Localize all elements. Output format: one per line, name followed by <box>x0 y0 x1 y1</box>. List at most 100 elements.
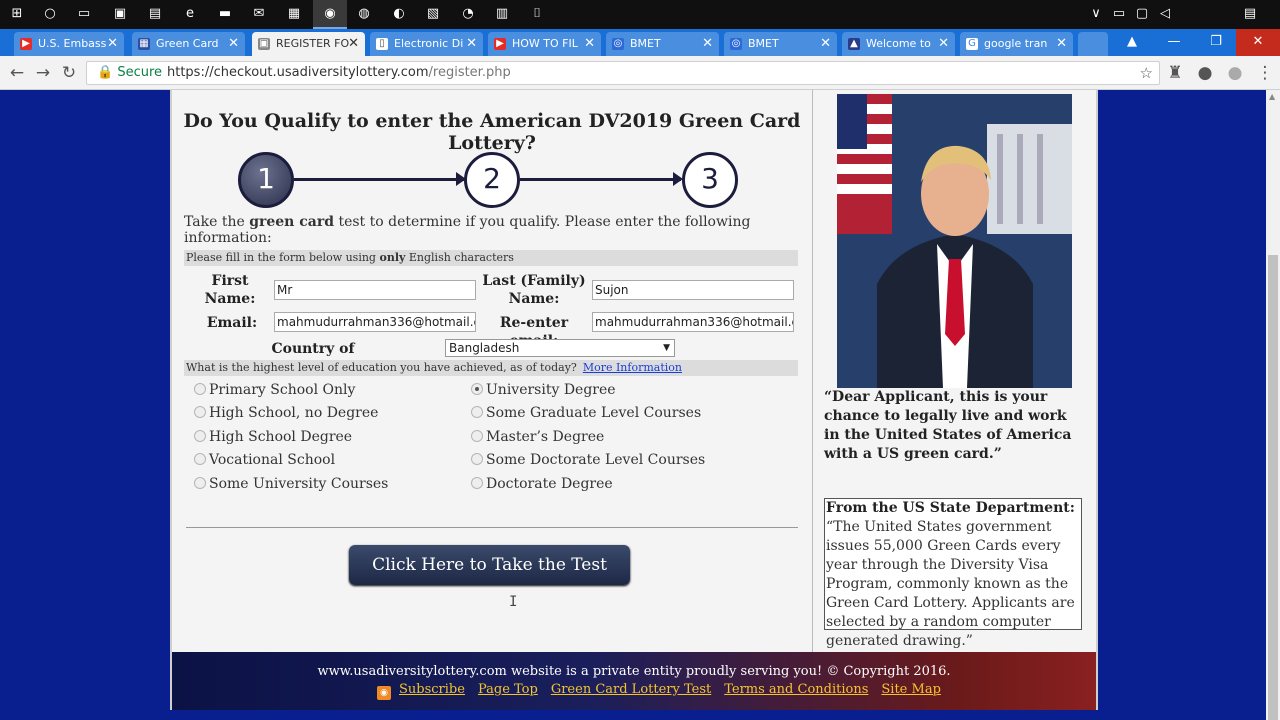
tab-1[interactable]: ▦ Green Card ✕ <box>132 32 245 56</box>
radio-button[interactable] <box>471 477 483 489</box>
tab-3[interactable]: ▯ Electronic Di ✕ <box>370 32 483 56</box>
radio-some-graduate[interactable]: Some Graduate Level Courses <box>471 405 701 421</box>
battery-icon[interactable]: ▭ <box>1110 5 1128 23</box>
reload-icon[interactable]: ↻ <box>58 62 80 84</box>
close-window-icon[interactable]: ✕ <box>1236 29 1280 56</box>
address-bar[interactable]: 🔒 Secure https://checkout.usadiversitylo… <box>86 61 1160 85</box>
rss-icon[interactable]: ◉ <box>377 686 391 700</box>
scroll-thumb[interactable] <box>1268 255 1278 720</box>
terms-link[interactable]: Terms and Conditions <box>724 682 868 697</box>
email-field[interactable]: mahmudurrahman336@hotmail.com <box>274 312 476 332</box>
close-icon[interactable]: ✕ <box>938 32 949 56</box>
extension-icon-2[interactable]: ● <box>1194 62 1216 84</box>
last-name-field[interactable]: Sujon <box>592 280 794 300</box>
radio-button[interactable] <box>194 406 206 418</box>
radio-button[interactable] <box>194 453 206 465</box>
extension-icon[interactable]: ♜ <box>1164 62 1186 84</box>
country-select[interactable]: Bangladesh ▼ <box>445 339 675 357</box>
tab-7[interactable]: ▲ Welcome to ✕ <box>842 32 955 56</box>
close-icon[interactable]: ✕ <box>584 32 595 56</box>
user-profile-icon[interactable]: ▲ <box>1112 29 1152 56</box>
close-icon[interactable]: ✕ <box>820 32 831 56</box>
close-icon[interactable]: ✕ <box>107 32 118 56</box>
file-explorer-icon[interactable]: ▬ <box>216 5 234 23</box>
reenter-email-field[interactable]: mahmudurrahman336@hotmail.com <box>592 312 794 332</box>
portrait-illustration <box>837 94 1072 388</box>
app-icon-3[interactable]: ◔ <box>459 5 477 23</box>
close-icon[interactable]: ✕ <box>1056 32 1067 56</box>
back-arrow-icon[interactable]: ← <box>6 62 28 84</box>
calculator-icon[interactable]: ▦ <box>285 5 303 23</box>
tab-5[interactable]: ◎ BMET ✕ <box>606 32 719 56</box>
radio-button[interactable] <box>471 430 483 442</box>
radio-button[interactable] <box>194 477 206 489</box>
radio-button[interactable] <box>471 453 483 465</box>
menu-icon[interactable]: ⋮ <box>1254 62 1276 84</box>
page-scrollbar[interactable]: ▲ <box>1266 90 1280 720</box>
radio-masters[interactable]: Master’s Degree <box>471 429 604 445</box>
edge-icon[interactable]: e <box>181 5 199 23</box>
chevron-up-icon[interactable]: ∨ <box>1087 5 1105 23</box>
cmd-icon[interactable]: ⌷ <box>528 5 546 23</box>
windows-start-icon[interactable]: ⊞ <box>8 5 26 23</box>
close-icon[interactable]: ✕ <box>466 32 477 56</box>
close-icon[interactable]: ✕ <box>702 32 713 56</box>
minimize-icon[interactable]: — <box>1152 29 1196 56</box>
radio-vocational-school[interactable]: Vocational School <box>194 452 335 468</box>
close-icon[interactable]: ✕ <box>348 32 359 56</box>
page-top-link[interactable]: Page Top <box>478 682 538 697</box>
radio-university-degree[interactable]: University Degree <box>471 382 616 398</box>
star-icon[interactable]: ☆ <box>1140 62 1153 84</box>
radio-some-university[interactable]: Some University Courses <box>194 476 388 492</box>
radio-some-doctorate[interactable]: Some Doctorate Level Courses <box>471 452 705 468</box>
app-icon-2[interactable]: ◍ <box>355 5 373 23</box>
radio-button[interactable] <box>194 383 206 395</box>
radio-primary-school[interactable]: Primary School Only <box>194 382 355 398</box>
footer: www.usadiversitylottery.com website is a… <box>172 652 1096 710</box>
subscribe-link[interactable]: Subscribe <box>399 682 465 697</box>
take-test-button[interactable]: Click Here to Take the Test <box>349 545 630 585</box>
firefox-icon[interactable]: ◐ <box>390 5 408 23</box>
url-text[interactable]: https://checkout.usadiversitylottery.com… <box>167 62 511 84</box>
flag-icon: ▦ <box>138 38 150 50</box>
tab-0[interactable]: ▶ U.S. Embass ✕ <box>14 32 124 56</box>
radio-label: University Degree <box>486 382 616 398</box>
network-icon[interactable]: ▢ <box>1133 5 1151 23</box>
forward-arrow-icon[interactable]: → <box>32 62 54 84</box>
app-icon-4[interactable]: ▥ <box>493 5 511 23</box>
chrome-icon[interactable]: ◉ <box>321 5 339 23</box>
extension-icon-3[interactable]: ● <box>1224 62 1246 84</box>
tab-6[interactable]: ◎ BMET ✕ <box>724 32 837 56</box>
step-arrow <box>520 172 683 186</box>
more-information-link[interactable]: More Information <box>583 361 682 374</box>
close-icon[interactable]: ✕ <box>228 32 239 56</box>
mail-icon[interactable]: ✉ <box>250 5 268 23</box>
app-icon[interactable]: ▤ <box>146 5 164 23</box>
notepad-icon[interactable]: ▧ <box>424 5 442 23</box>
radio-high-school-no-degree[interactable]: High School, no Degree <box>194 405 378 421</box>
green-card-test-link[interactable]: Green Card Lottery Test <box>551 682 711 697</box>
volume-icon[interactable]: ◁ <box>1156 5 1174 23</box>
state-department-box: From the US State Department: “The Unite… <box>824 498 1082 649</box>
cortana-icon[interactable]: ○ <box>41 5 59 23</box>
tab-2-active[interactable]: ▣ REGISTER FO ✕ <box>252 32 365 56</box>
radio-label: Some University Courses <box>209 476 389 492</box>
site-map-link[interactable]: Site Map <box>881 682 941 697</box>
first-name-field[interactable]: Mr <box>274 280 476 300</box>
new-tab-button[interactable] <box>1078 32 1108 56</box>
radio-button[interactable] <box>194 430 206 442</box>
task-view-icon[interactable]: ▭ <box>75 5 93 23</box>
radio-doctorate[interactable]: Doctorate Degree <box>471 476 613 492</box>
radio-high-school-degree[interactable]: High School Degree <box>194 429 352 445</box>
tab-8[interactable]: Ggoogle tran ✕ <box>960 32 1073 56</box>
notification-icon[interactable]: ▤ <box>1241 5 1259 23</box>
tab-4[interactable]: ▶ HOW TO FIL ✕ <box>488 32 601 56</box>
secure-indicator[interactable]: 🔒 Secure <box>97 62 162 84</box>
radio-button[interactable] <box>471 406 483 418</box>
scroll-up-icon[interactable]: ▲ <box>1269 92 1275 101</box>
restore-icon[interactable]: ❐ <box>1194 29 1238 56</box>
radio-button-selected[interactable] <box>471 383 483 395</box>
footer-links: ◉ Subscribe Page Top Green Card Lottery Tes… <box>377 682 954 700</box>
education-question: What is the highest level of education y… <box>184 360 798 376</box>
store-icon[interactable]: ▣ <box>111 5 129 23</box>
